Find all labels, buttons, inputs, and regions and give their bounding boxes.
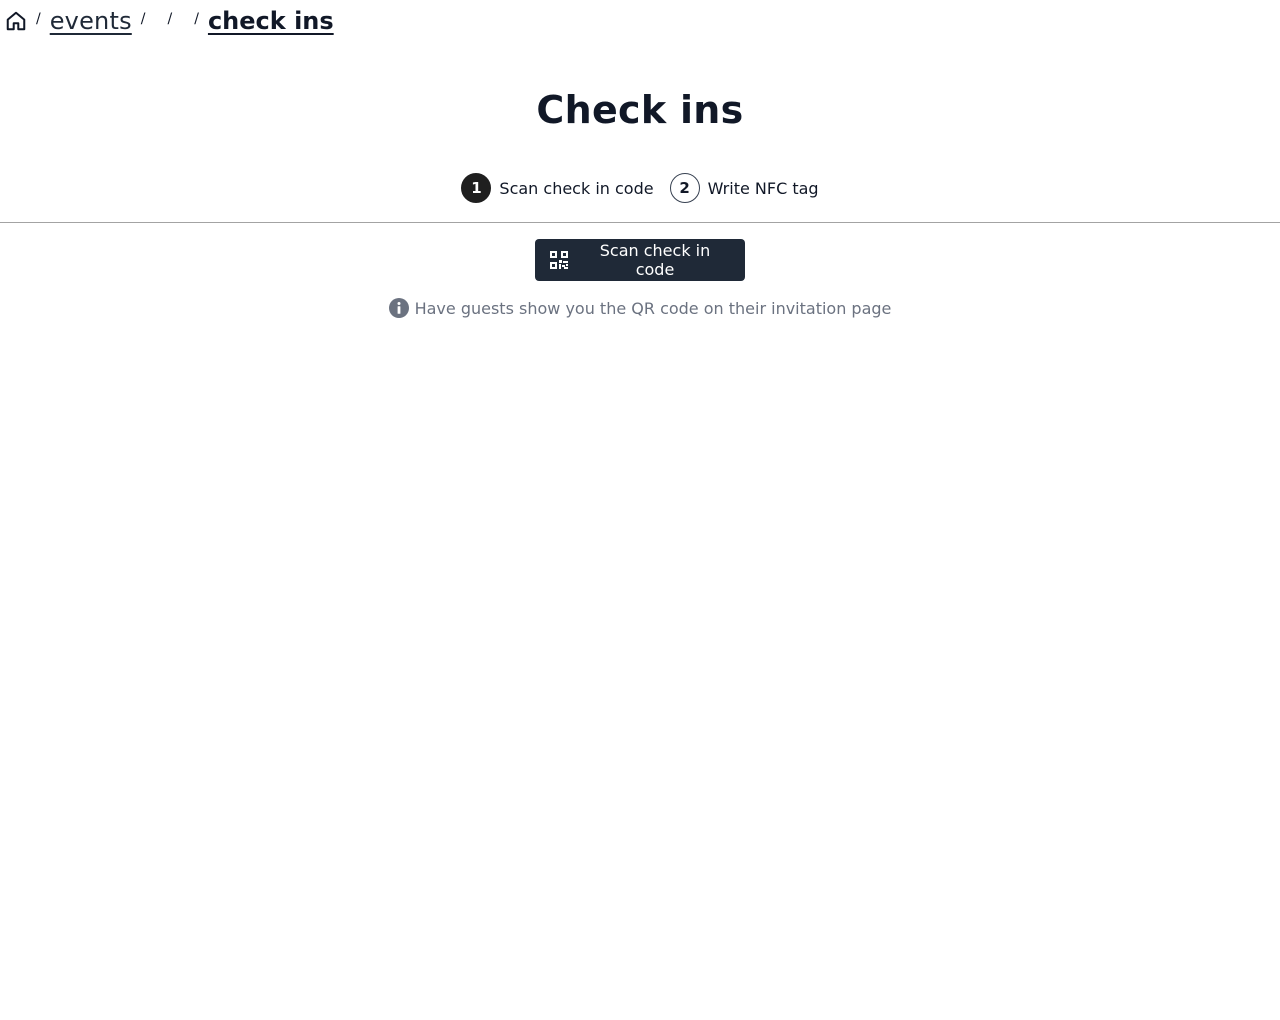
stepper: 1 Scan check in code 2 Write NFC tag [0,173,1280,203]
divider [0,222,1280,223]
hint-text: Have guests show you the QR code on thei… [414,298,892,318]
breadcrumb-separator: / [194,11,199,27]
qr-code-icon [549,250,569,270]
page-title: Check ins [536,88,744,132]
scan-check-in-code-button[interactable]: Scan check in code [535,239,745,281]
step-label: Scan check in code [499,178,654,198]
hint-message: Have guests show you the QR code on thei… [0,298,1280,318]
breadcrumb-separator: / [167,11,173,27]
breadcrumb-separator: / [36,11,41,27]
home-icon[interactable] [5,10,27,32]
info-icon [388,298,409,318]
step-number-badge: 1 [461,173,492,203]
breadcrumb-separator: / [140,11,146,27]
step-number-badge: 2 [669,173,700,203]
breadcrumb-events-link[interactable]: events [50,7,132,35]
step-write-nfc[interactable]: 2 Write NFC tag [669,173,819,203]
breadcrumb: / events / / / check ins [5,4,334,38]
step-label: Write NFC tag [707,178,819,198]
step-scan-code[interactable]: 1 Scan check in code [461,173,654,203]
scan-button-label: Scan check in code [599,241,711,279]
breadcrumb-current-check-ins[interactable]: check ins [208,7,334,35]
